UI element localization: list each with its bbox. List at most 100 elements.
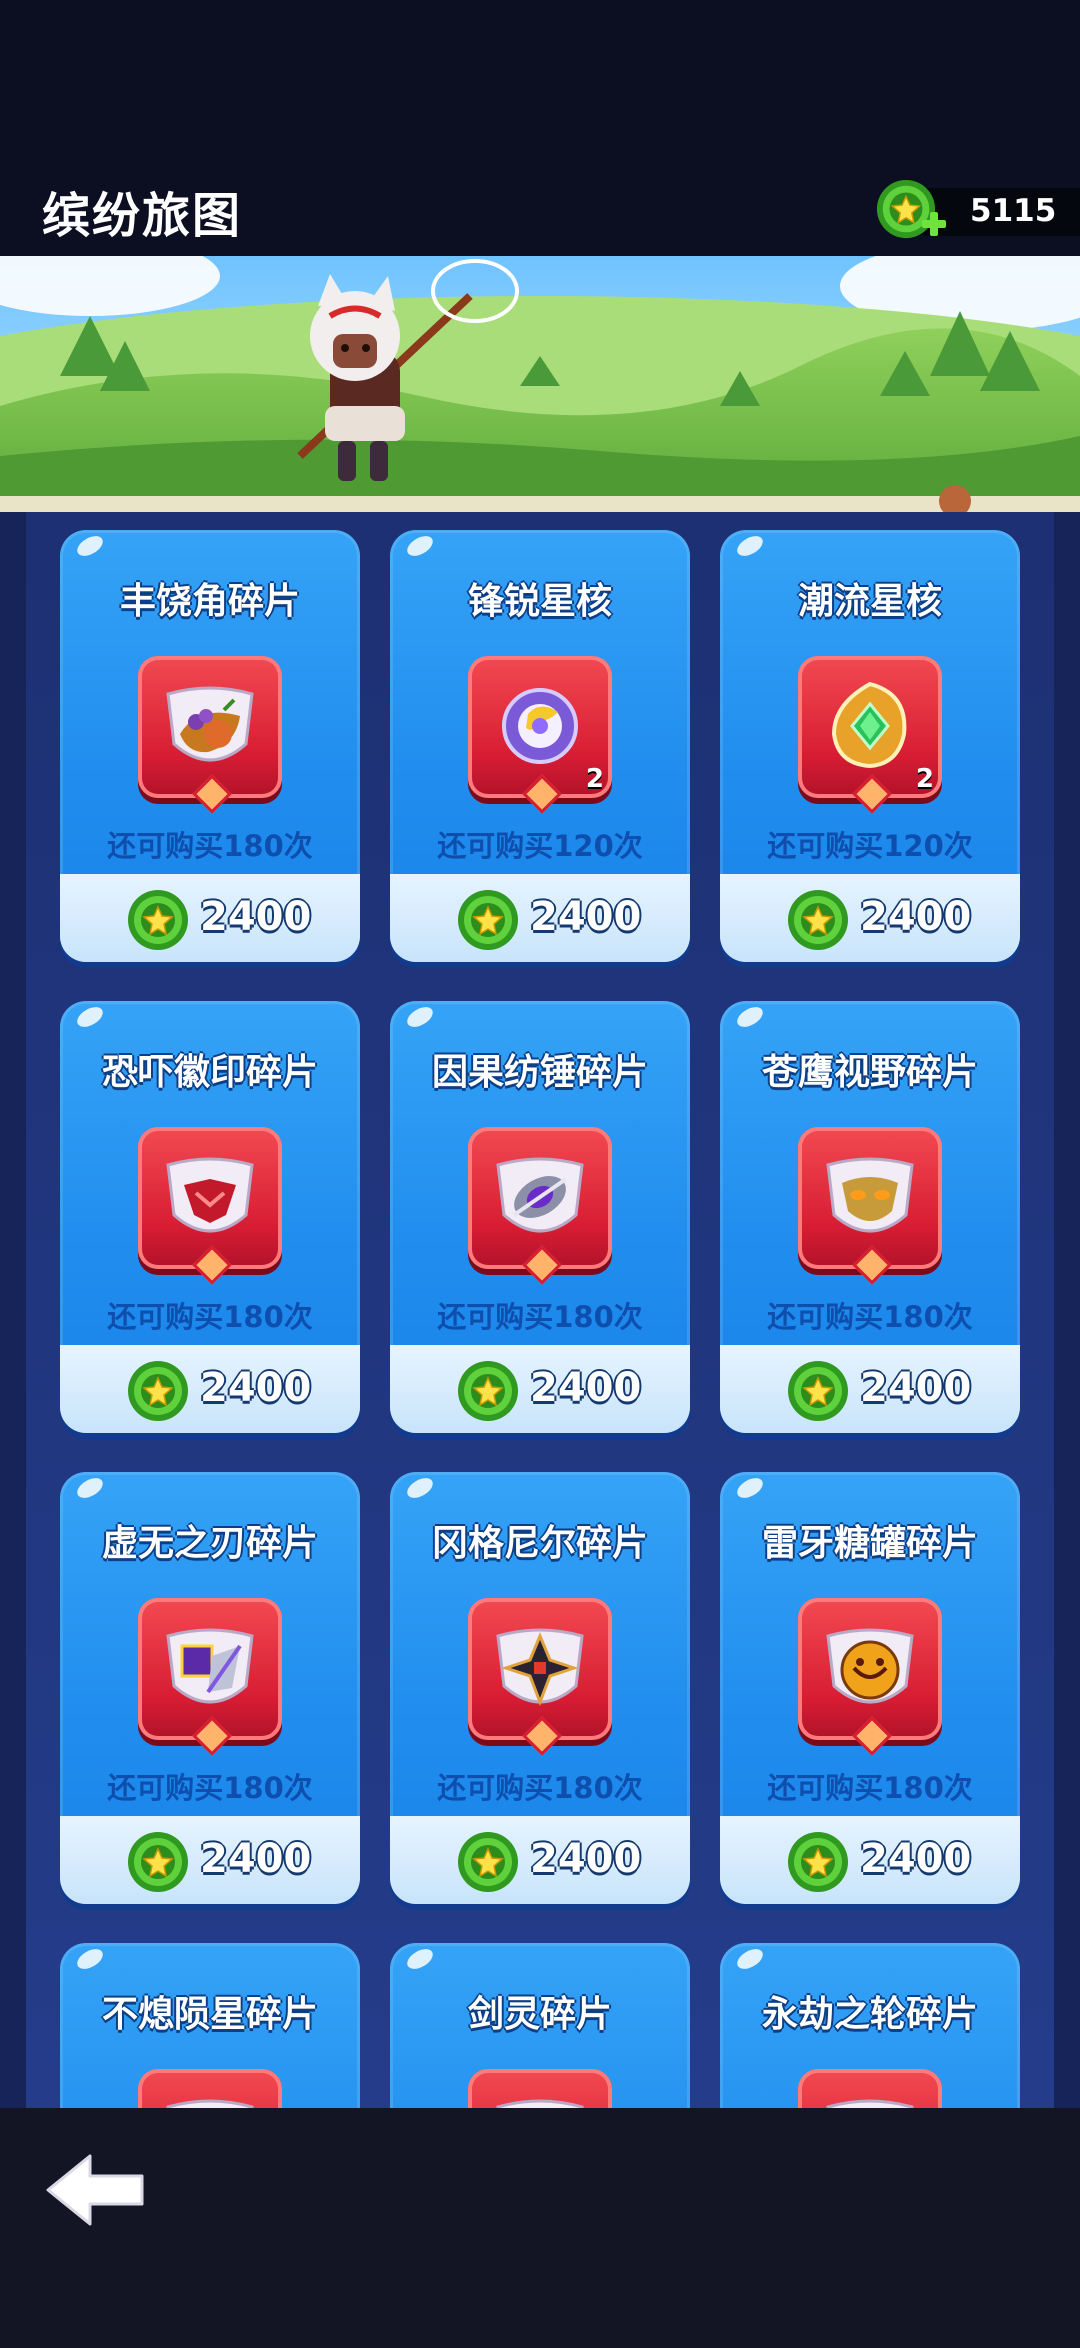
- buy-button[interactable]: 2400: [390, 874, 690, 962]
- item-frame: [798, 1598, 942, 1740]
- item-frame: [798, 2069, 942, 2110]
- card-shine: [733, 532, 767, 560]
- card-shine: [733, 1945, 767, 1973]
- meteor-icon: [166, 2099, 254, 2110]
- purchase-limit: 还可购买180次: [767, 1300, 973, 1334]
- item-frame: 2: [798, 656, 942, 798]
- sword-spirit-icon: [496, 2099, 584, 2110]
- star-coin-icon: [788, 890, 848, 950]
- card-shine: [403, 1003, 437, 1031]
- item-name: 虚无之刃碎片: [101, 1523, 318, 1564]
- card-shine: [73, 1003, 107, 1031]
- item-frame: [138, 2069, 282, 2110]
- shop-card[interactable]: 潮流星核 2 还可购买120次 2400: [720, 530, 1020, 962]
- back-arrow-icon[interactable]: [40, 2150, 150, 2230]
- card-shine: [73, 1474, 107, 1502]
- item-frame: [468, 2069, 612, 2110]
- golden-mask-icon: [826, 1157, 914, 1233]
- card-shine: [403, 532, 437, 560]
- item-quantity: 2: [915, 764, 934, 794]
- plus-icon[interactable]: [920, 210, 948, 238]
- item-frame: [798, 1127, 942, 1269]
- price-value: 2400: [860, 1365, 972, 1411]
- green-star-core-icon: [831, 681, 907, 769]
- item-name: 雷牙糖罐碎片: [761, 1523, 978, 1564]
- star-coin-icon: [788, 1832, 848, 1892]
- shop-grid[interactable]: 丰饶角碎片 还可购买180次 2400 锋锐星核 2 还可购买120次 2400…: [0, 512, 1080, 2110]
- shop-card[interactable]: 虚无之刃碎片 还可购买180次 2400: [60, 1472, 360, 1904]
- purchase-limit: 还可购买180次: [437, 1300, 643, 1334]
- purchase-limit: 还可购买180次: [437, 1771, 643, 1805]
- price-value: 2400: [530, 1365, 642, 1411]
- shop-card[interactable]: 不熄陨星碎片: [60, 1943, 360, 2110]
- item-name: 苍鹰视野碎片: [761, 1052, 978, 1093]
- card-shine: [733, 1474, 767, 1502]
- item-frame: [138, 656, 282, 798]
- price-value: 2400: [530, 1836, 642, 1882]
- item-name: 锋锐星核: [467, 581, 612, 622]
- page-title: 缤纷旅图: [42, 188, 243, 244]
- star-coin-icon: [788, 1361, 848, 1421]
- bottom-bar: [0, 2108, 1080, 2348]
- purchase-limit: 还可购买180次: [107, 1300, 313, 1334]
- top-bar: 缤纷旅图 5115: [0, 0, 1080, 256]
- purple-star-core-icon: [502, 688, 578, 764]
- buy-button[interactable]: 2400: [60, 1816, 360, 1904]
- star-coin-icon: [128, 1832, 188, 1892]
- banner-illustration: [0, 256, 1080, 518]
- buy-button[interactable]: 2400: [720, 1816, 1020, 1904]
- buy-button[interactable]: 2400: [60, 1345, 360, 1433]
- purchase-limit: 还可购买180次: [107, 829, 313, 863]
- item-name: 不熄陨星碎片: [101, 1994, 318, 2035]
- red-emblem-icon: [166, 1157, 254, 1233]
- item-frame: 2: [468, 656, 612, 798]
- shop-card[interactable]: 锋锐星核 2 还可购买120次 2400: [390, 530, 690, 962]
- buy-button[interactable]: 2400: [60, 874, 360, 962]
- item-frame: [138, 1127, 282, 1269]
- price-value: 2400: [200, 1365, 312, 1411]
- purchase-limit: 还可购买120次: [767, 829, 973, 863]
- item-name: 丰饶角碎片: [119, 581, 300, 622]
- star-coin-icon: [128, 890, 188, 950]
- star-coin-icon: [128, 1361, 188, 1421]
- purchase-limit: 还可购买180次: [107, 1771, 313, 1805]
- card-shine: [403, 1945, 437, 1973]
- shop-card[interactable]: 恐吓徽印碎片 还可购买180次 2400: [60, 1001, 360, 1433]
- item-name: 潮流星核: [797, 581, 942, 622]
- spear-star-icon: [496, 1628, 584, 1707]
- item-name: 恐吓徽印碎片: [101, 1052, 318, 1093]
- star-coin-icon: [458, 1832, 518, 1892]
- eternal-wheel-icon: [826, 2099, 914, 2110]
- spindle-icon: [496, 1157, 584, 1233]
- card-shine: [733, 1003, 767, 1031]
- shop-card[interactable]: 剑灵碎片: [390, 1943, 690, 2110]
- price-value: 2400: [200, 1836, 312, 1882]
- item-name: 因果纺锤碎片: [431, 1052, 648, 1093]
- shop-card[interactable]: 雷牙糖罐碎片 还可购买180次 2400: [720, 1472, 1020, 1904]
- price-value: 2400: [860, 894, 972, 940]
- shop-card[interactable]: 丰饶角碎片 还可购买180次 2400: [60, 530, 360, 962]
- banner-scene: [0, 256, 1080, 518]
- star-coin-icon: [458, 890, 518, 950]
- item-quantity: 2: [585, 764, 604, 794]
- buy-button[interactable]: 2400: [390, 1345, 690, 1433]
- buy-button[interactable]: 2400: [720, 874, 1020, 962]
- card-shine: [403, 1474, 437, 1502]
- currency-amount: 5115: [970, 193, 1057, 229]
- candy-jar-icon: [826, 1628, 914, 1704]
- item-frame: [138, 1598, 282, 1740]
- price-value: 2400: [200, 894, 312, 940]
- buy-button[interactable]: 2400: [390, 1816, 690, 1904]
- shop-card[interactable]: 因果纺锤碎片 还可购买180次 2400: [390, 1001, 690, 1433]
- item-frame: [468, 1598, 612, 1740]
- price-value: 2400: [860, 1836, 972, 1882]
- shop-card[interactable]: 永劫之轮碎片: [720, 1943, 1020, 2110]
- price-value: 2400: [530, 894, 642, 940]
- item-name: 冈格尼尔碎片: [431, 1523, 648, 1564]
- purchase-limit: 还可购买120次: [437, 829, 643, 863]
- buy-button[interactable]: 2400: [720, 1345, 1020, 1433]
- item-frame: [468, 1127, 612, 1269]
- shop-card[interactable]: 苍鹰视野碎片 还可购买180次 2400: [720, 1001, 1020, 1433]
- item-name: 剑灵碎片: [467, 1994, 612, 2035]
- shop-card[interactable]: 冈格尼尔碎片 还可购买180次 2400: [390, 1472, 690, 1904]
